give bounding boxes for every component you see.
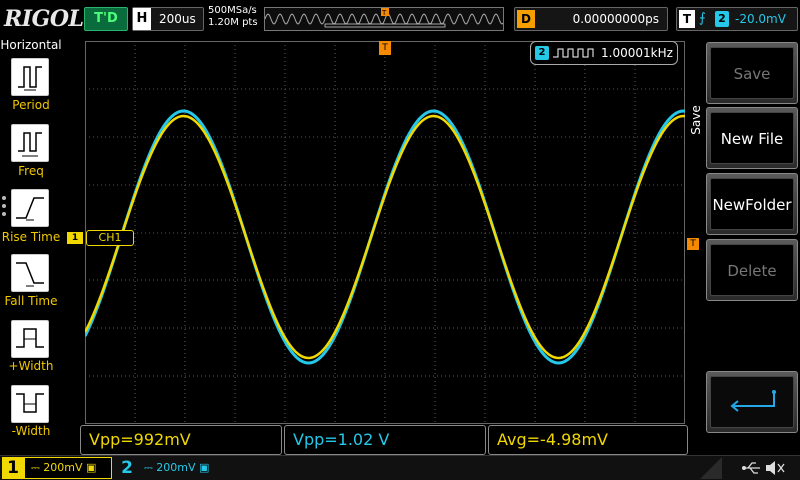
ch1-offset-marker[interactable]: 1	[67, 232, 83, 244]
memory-waveform-overview: T	[264, 8, 504, 28]
waveform-display[interactable]	[85, 41, 685, 424]
mute-icon	[766, 461, 785, 475]
frequency-counter: 2 1.00001kHz	[530, 41, 678, 65]
delay-label: D	[517, 10, 535, 28]
measurement-vpp-ch2[interactable]: Vpp=1.02 V	[284, 425, 486, 455]
ch2-scale-box[interactable]: ⎓ 200mV ▣	[140, 457, 220, 479]
save-button[interactable]: Save	[706, 42, 798, 104]
dc-coupling-icon: ⎓	[144, 461, 153, 474]
rise-time-label: Rise Time	[1, 230, 61, 244]
return-arrow-icon	[730, 390, 776, 412]
positive-width-label: +Width	[8, 359, 54, 373]
freq-channel: 2	[535, 46, 549, 60]
trigger-level: -20.0mV	[735, 12, 786, 26]
ch1-scale-box[interactable]: ⎓ 200mV ▣	[24, 457, 112, 479]
fall-time-button[interactable]	[11, 254, 49, 292]
ch1-scale: 200mV	[43, 461, 83, 474]
save-menu-title: Save	[689, 105, 703, 135]
new-file-button[interactable]: New File	[706, 107, 798, 169]
ch2-scale: 200mV	[156, 461, 196, 474]
ch2-number[interactable]: 2	[116, 457, 138, 479]
new-folder-button-label: NewFolder	[710, 178, 794, 230]
memory-depth: 1.20M pts	[208, 17, 258, 28]
freq-button[interactable]	[11, 124, 49, 162]
rigol-logo: RIGOL	[4, 6, 84, 32]
measurement-vpp-ch1[interactable]: Vpp=992mV	[80, 425, 282, 455]
timebase-label: H	[133, 8, 151, 30]
horizontal-menu-title: Horizontal	[0, 38, 62, 52]
top-status-bar: RIGOL T'D H 200us 500MSa/s 1.20M pts T D…	[0, 0, 800, 37]
delete-button[interactable]: Delete	[706, 239, 798, 301]
frequency-value: 1.00001kHz	[601, 46, 673, 60]
trigger-label: T	[679, 10, 695, 28]
usb-icon	[742, 462, 760, 474]
freq-label: Freq	[18, 164, 44, 178]
memory-strip: T	[264, 7, 504, 31]
timebase-indicator[interactable]: H 200us	[132, 7, 204, 31]
ch1-number[interactable]: 1	[2, 457, 24, 479]
menu-page-dots	[2, 196, 8, 220]
period-label: Period	[12, 98, 50, 112]
negative-width-button[interactable]	[11, 385, 49, 423]
rise-time-icon	[16, 197, 44, 221]
new-file-button-label: New File	[710, 112, 794, 164]
save-menu-rail: Save	[688, 37, 704, 453]
save-menu-title-wrap: Save	[688, 101, 704, 141]
ch2-bandwidth-icon: ▣	[199, 461, 210, 474]
return-button-inner	[710, 376, 794, 428]
positive-width-button[interactable]	[11, 320, 49, 358]
period-icon	[18, 66, 42, 91]
trigger-channel: 2	[715, 11, 729, 27]
acquisition-info: 500MSa/s 1.20M pts	[208, 5, 258, 29]
positive-width-icon	[16, 328, 44, 348]
delay-indicator[interactable]: D 0.00000000ps	[514, 7, 668, 31]
dc-coupling-icon: ⎓	[31, 461, 40, 474]
negative-width-label: -Width	[11, 424, 51, 438]
trigger-indicator[interactable]: T ⨍ 2 -20.0mV	[676, 7, 798, 31]
return-button[interactable]	[706, 371, 798, 433]
system-icons	[700, 457, 796, 479]
measurement-avg[interactable]: Avg=-4.98mV	[488, 425, 688, 455]
negative-width-icon	[16, 393, 44, 413]
corner-decoration	[700, 457, 722, 479]
new-folder-button[interactable]: NewFolder	[706, 173, 798, 235]
period-button[interactable]	[11, 58, 49, 96]
save-button-label: Save	[710, 47, 794, 99]
rising-edge-icon: ⨍	[699, 11, 706, 26]
svg-text:T: T	[381, 9, 387, 17]
delay-value: 0.00000000ps	[572, 12, 659, 26]
sample-rate: 500MSa/s	[208, 5, 257, 16]
graticule-grid	[85, 41, 685, 424]
ch1-label: CH1	[86, 230, 134, 246]
frequency-icon	[18, 132, 42, 157]
fall-time-label: Fall Time	[4, 294, 58, 308]
trigger-position-marker[interactable]: T	[379, 41, 391, 55]
timebase-value: 200us	[159, 12, 196, 26]
ch1-bandwidth-icon: ▣	[86, 461, 97, 474]
square-wave-icon	[553, 48, 594, 58]
fall-time-icon	[16, 262, 44, 287]
delete-button-label: Delete	[710, 244, 794, 296]
rise-time-button[interactable]	[11, 189, 49, 227]
run-state-button[interactable]: T'D	[84, 7, 128, 31]
